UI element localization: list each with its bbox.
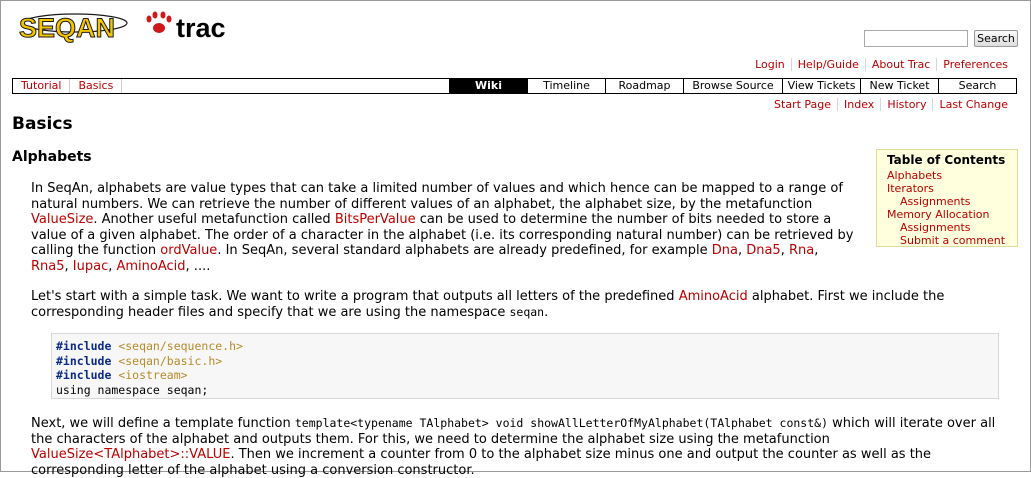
breadcrumb-basics[interactable]: Basics (70, 79, 123, 93)
link-dna5[interactable]: Dna5 (746, 243, 781, 258)
link-aminoacid[interactable]: AminoAcid (117, 259, 186, 274)
breadcrumb: Tutorial Basics (13, 79, 123, 93)
tab-view-tickets[interactable]: View Tickets (782, 79, 860, 93)
toc-title: Table of Contents (887, 153, 1006, 167)
code-keyword: #include (56, 368, 112, 382)
search-input[interactable] (864, 30, 968, 47)
tab-roadmap[interactable]: Roadmap (605, 79, 683, 93)
meta-navigation: Login Help/Guide About Trac Preferences (749, 58, 1014, 71)
paw-icon (146, 11, 172, 33)
link-valuesize[interactable]: ValueSize (31, 212, 93, 227)
link-bitspervalue[interactable]: BitsPerValue (335, 212, 416, 227)
logo-trac-text: trac (176, 13, 226, 43)
tab-wiki[interactable]: Wiki (449, 79, 527, 93)
link-ordvalue[interactable]: ordValue (160, 243, 217, 258)
inline-code-template: template<typename TAlphabet> void showAl… (294, 416, 828, 430)
search-button[interactable]: Search (974, 30, 1018, 47)
text: Next, we will define a template function (31, 416, 295, 431)
text: In SeqAn, alphabets are value types that… (31, 181, 843, 212)
about-trac-link[interactable]: About Trac (864, 58, 936, 71)
seqan-trac-logo[interactable]: SEQAN trac (15, 7, 227, 49)
main-navigation: Tutorial Basics Wiki Timeline Roadmap Br… (12, 78, 1017, 94)
breadcrumb-tutorial[interactable]: Tutorial (13, 79, 71, 93)
help-guide-link[interactable]: Help/Guide (790, 58, 865, 71)
last-change-link[interactable]: Last Change (932, 98, 1014, 111)
paragraph-template-function: Next, we will define a template function… (31, 416, 1001, 478)
login-link[interactable]: Login (749, 58, 791, 71)
code-string: <iostream> (111, 368, 188, 382)
toc-item-iterators[interactable]: Iterators (887, 182, 934, 195)
tab-timeline[interactable]: Timeline (527, 79, 605, 93)
link-dna[interactable]: Dna (712, 243, 738, 258)
text: . (544, 304, 549, 320)
text: , (737, 243, 747, 258)
paragraph-simple-task: Let's start with a simple task. We want … (31, 289, 991, 320)
logo-seqan-text: SEQAN (19, 13, 115, 43)
text: . Another useful metafunction called (93, 212, 335, 227)
code-keyword: #include (56, 339, 112, 353)
tab-browse-source[interactable]: Browse Source (683, 79, 782, 93)
table-of-contents: Table of Contents Alphabets Iterators As… (876, 149, 1018, 247)
toc-item-assignments-2[interactable]: Assignments (900, 221, 971, 234)
inline-code-seqan: seqan (509, 304, 545, 319)
link-rna5[interactable]: Rna5 (31, 259, 65, 274)
toc-item-alphabets[interactable]: Alphabets (887, 169, 942, 182)
text: , (814, 243, 819, 258)
tab-search[interactable]: Search (938, 79, 1016, 93)
toc-item-submit-comment[interactable]: Submit a comment (900, 234, 1005, 247)
index-link[interactable]: Index (837, 98, 880, 111)
code-string: <seqan/sequence.h> (111, 339, 243, 353)
paragraph-alphabets-intro: In SeqAn, alphabets are value types that… (31, 181, 857, 274)
link-rna[interactable]: Rna (789, 243, 814, 258)
page-title: Basics (12, 114, 73, 134)
toc-item-assignments[interactable]: Assignments (900, 195, 971, 208)
code-block: #include <seqan/sequence.h> #include <se… (51, 333, 999, 399)
code-string: <seqan/basic.h> (111, 353, 223, 368)
tab-new-ticket[interactable]: New Ticket (860, 79, 938, 93)
link-iupac[interactable]: Iupac (73, 259, 108, 274)
link-valuesize-value[interactable]: ValueSize<TAlphabet>::VALUE (31, 447, 230, 462)
text: , (780, 243, 789, 258)
context-navigation: Start Page Index History Last Change (768, 98, 1014, 111)
text: , .... (185, 258, 211, 274)
code-keyword: #include (56, 353, 112, 368)
preferences-link[interactable]: Preferences (936, 58, 1014, 71)
text: Let's start with a simple task. We want … (31, 289, 679, 304)
start-page-link[interactable]: Start Page (768, 98, 837, 111)
history-link[interactable]: History (880, 98, 932, 111)
text: , (64, 258, 73, 274)
link-aminoacid-2[interactable]: AminoAcid (679, 289, 748, 304)
section-heading-alphabets: Alphabets (12, 149, 92, 165)
toc-item-memory-allocation[interactable]: Memory Allocation (887, 208, 989, 221)
text: , (108, 258, 117, 274)
text: . In SeqAn, several standard alphabets a… (217, 243, 712, 258)
code-line: using namespace seqan; (56, 382, 209, 397)
